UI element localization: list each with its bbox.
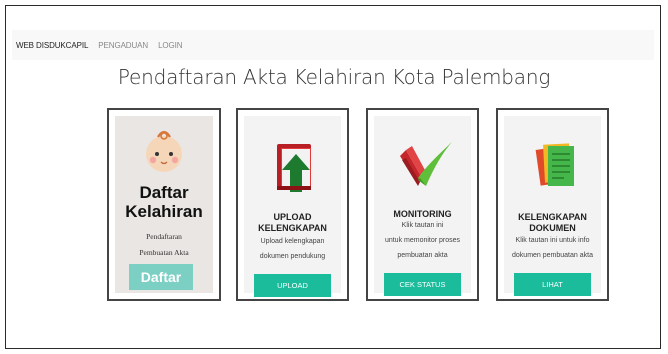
card-daftar-title-line2: Kelahiran bbox=[125, 202, 203, 221]
card-monitoring-title: MONITORING bbox=[393, 209, 452, 219]
card-daftar-title-line1: Daftar bbox=[139, 183, 189, 202]
upload-arrow-icon bbox=[277, 144, 311, 192]
upload-button[interactable]: UPLOAD bbox=[254, 274, 331, 297]
daftar-button[interactable]: Daftar bbox=[129, 264, 193, 290]
card-daftar-desc-line2: Pembuatan Akta bbox=[139, 248, 189, 257]
checkmark-icon bbox=[400, 142, 452, 186]
baby-face-icon bbox=[146, 130, 182, 172]
card-daftar-desc-line1: Pendaftaran bbox=[146, 232, 182, 241]
card-dokumen-desc-line2: dokumen pembuatan akta bbox=[512, 252, 593, 259]
page-title: Pendaftaran Akta Kelahiran Kota Palemban… bbox=[117, 65, 551, 89]
card-dokumen-title-line1: KELENGKAPAN bbox=[518, 212, 587, 222]
navbar: WEB DISDUKCAPIL PENGADUAN LOGIN bbox=[12, 30, 654, 60]
card-upload-desc-line1: Upload kelengkapan bbox=[260, 238, 325, 245]
documents-icon bbox=[535, 143, 574, 186]
card-monitoring-panel: MONITORING Klik tautan ini untuk memonit… bbox=[374, 116, 471, 296]
card-upload-title-line1: UPLOAD bbox=[273, 212, 312, 222]
card-dokumen-title-line2: DOKUMEN bbox=[529, 223, 576, 233]
card-upload-panel: UPLOAD KELENGKAPAN Upload kelengkapan do… bbox=[244, 116, 341, 297]
card-dokumen-desc-line1: Klik tautan ini untuk info bbox=[515, 237, 590, 244]
nav-link-pengaduan[interactable]: PENGADUAN bbox=[98, 41, 148, 50]
card-monitoring: MONITORING Klik tautan ini untuk memonit… bbox=[366, 108, 479, 301]
nav-link-login[interactable]: LOGIN bbox=[158, 41, 183, 50]
card-upload-kelengkapan: UPLOAD KELENGKAPAN Upload kelengkapan do… bbox=[236, 108, 349, 301]
card-upload-desc-line2: dokumen pendukung bbox=[259, 253, 326, 260]
card-daftar-kelahiran: Daftar Kelahiran Pendaftaran Pembuatan A… bbox=[107, 108, 221, 301]
card-monitoring-desc-line3: pembuatan akta bbox=[397, 252, 448, 259]
card-monitoring-desc-line2: untuk memonitor proses bbox=[384, 237, 461, 244]
lihat-button[interactable]: LIHAT bbox=[514, 273, 591, 296]
card-upload-title-line2: KELENGKAPAN bbox=[258, 223, 327, 233]
cek-status-button[interactable]: CEK STATUS bbox=[384, 273, 461, 296]
card-dokumen-panel: KELENGKAPAN DOKUMEN Klik tautan ini untu… bbox=[504, 116, 601, 296]
navbar-brand[interactable]: WEB DISDUKCAPIL bbox=[16, 41, 88, 50]
card-daftar-panel: Daftar Kelahiran Pendaftaran Pembuatan A… bbox=[115, 116, 213, 293]
card-monitoring-desc-line1: Klik tautan ini bbox=[401, 222, 444, 229]
card-kelengkapan-dokumen: KELENGKAPAN DOKUMEN Klik tautan ini untu… bbox=[496, 108, 609, 301]
